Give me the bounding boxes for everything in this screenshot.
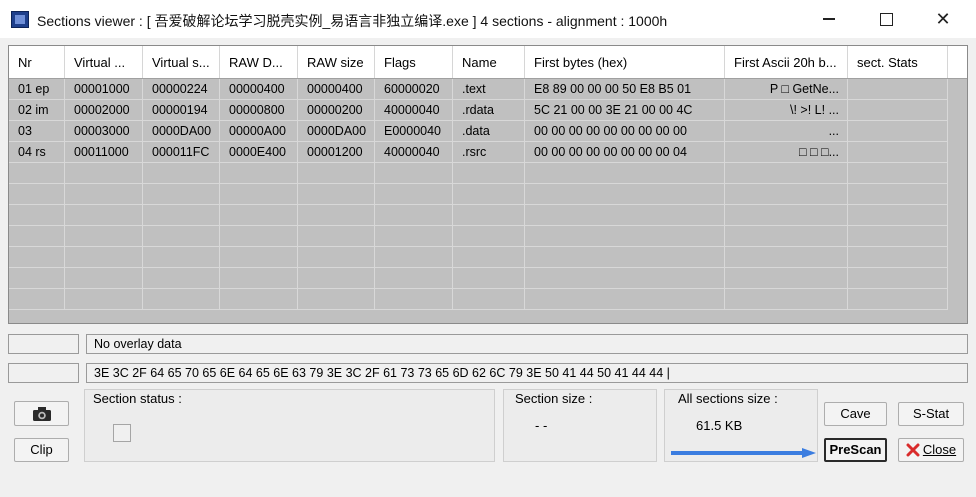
all-sections-size-value: 61.5 KB bbox=[696, 418, 743, 433]
cell-first-ascii: \! >! L! ... bbox=[725, 100, 848, 121]
column-header-name[interactable]: Name bbox=[453, 46, 525, 78]
column-header-nr[interactable]: Nr bbox=[9, 46, 65, 78]
table-row[interactable]: 03 00003000 0000DA00 00000A00 0000DA00 E… bbox=[9, 121, 967, 142]
close-x-icon bbox=[906, 443, 920, 457]
section-size-label: Section size : bbox=[515, 391, 593, 406]
window-title: Sections viewer : [ 吾爱破解论坛学习脱壳实例_易语言非独立编… bbox=[37, 13, 668, 29]
cell-flags: E0000040 bbox=[375, 121, 453, 142]
cell-raw-size: 0000DA00 bbox=[298, 121, 375, 142]
column-header-virtual-size[interactable]: Virtual s... bbox=[143, 46, 220, 78]
cell-flags: 60000020 bbox=[375, 79, 453, 100]
column-header-raw-data[interactable]: RAW D... bbox=[220, 46, 298, 78]
cell-virtual-size: 00000224 bbox=[143, 79, 220, 100]
table-header: Nr Virtual ... Virtual s... RAW D... RAW… bbox=[9, 46, 967, 79]
cell-virtual-offset: 00003000 bbox=[65, 121, 143, 142]
section-status-label: Section status : bbox=[93, 391, 182, 406]
column-header-virtual-offset[interactable]: Virtual ... bbox=[65, 46, 143, 78]
sections-table[interactable]: Nr Virtual ... Virtual s... RAW D... RAW… bbox=[8, 45, 968, 324]
cell-virtual-offset: 00011000 bbox=[65, 142, 143, 163]
overlay-indicator-box bbox=[8, 334, 79, 354]
section-status-checkbox[interactable] bbox=[113, 424, 131, 442]
column-header-first-bytes-hex[interactable]: First bytes (hex) bbox=[525, 46, 725, 78]
column-header-sect-stats[interactable]: sect. Stats bbox=[848, 46, 948, 78]
screenshot-button[interactable] bbox=[14, 401, 69, 426]
overlay-info: No overlay data bbox=[86, 334, 968, 354]
bytes-indicator-box bbox=[8, 363, 79, 383]
cell-sect-stats bbox=[848, 79, 948, 100]
cell-nr: 03 bbox=[9, 121, 65, 142]
title-bar: Sections viewer : [ 吾爱破解论坛学习脱壳实例_易语言非独立编… bbox=[0, 0, 976, 38]
cell-virtual-size: 0000DA00 bbox=[143, 121, 220, 142]
close-window-button[interactable]: ✕ bbox=[921, 4, 965, 34]
last-bytes-hex[interactable]: 3E 3C 2F 64 65 70 65 6E 64 65 6E 63 79 3… bbox=[86, 363, 968, 383]
cell-virtual-offset: 00002000 bbox=[65, 100, 143, 121]
cell-first-ascii: □ □ □... bbox=[725, 142, 848, 163]
column-header-raw-size[interactable]: RAW size bbox=[298, 46, 375, 78]
cell-raw-data: 00000A00 bbox=[220, 121, 298, 142]
cell-raw-size: 00000200 bbox=[298, 100, 375, 121]
empty-row bbox=[9, 163, 967, 184]
camera-icon bbox=[32, 407, 51, 421]
right-arrow-icon bbox=[671, 448, 816, 458]
cell-first-ascii: P □ GetNe... bbox=[725, 79, 848, 100]
section-size-value: - - bbox=[535, 418, 548, 433]
close-button[interactable]: Close bbox=[898, 438, 964, 462]
cell-virtual-size: 00000194 bbox=[143, 100, 220, 121]
table-row[interactable]: 04 rs 00011000 000011FC 0000E400 0000120… bbox=[9, 142, 967, 163]
s-stat-button[interactable]: S-Stat bbox=[898, 402, 964, 426]
cell-name: .rdata bbox=[453, 100, 525, 121]
cell-sect-stats bbox=[848, 100, 948, 121]
cave-button[interactable]: Cave bbox=[824, 402, 887, 426]
cell-first-ascii: ... bbox=[725, 121, 848, 142]
close-icon: ✕ bbox=[935, 8, 951, 29]
cell-flags: 40000040 bbox=[375, 100, 453, 121]
all-sections-label: All sections size : bbox=[678, 391, 778, 406]
clip-button[interactable]: Clip bbox=[14, 438, 69, 462]
empty-row bbox=[9, 268, 967, 289]
empty-row bbox=[9, 226, 967, 247]
empty-row bbox=[9, 205, 967, 226]
cell-raw-data: 0000E400 bbox=[220, 142, 298, 163]
minimize-icon bbox=[823, 18, 835, 20]
cell-first-bytes: 00 00 00 00 00 00 00 00 04 bbox=[525, 142, 725, 163]
cell-virtual-offset: 00001000 bbox=[65, 79, 143, 100]
table-row[interactable]: 01 ep 00001000 00000224 00000400 0000040… bbox=[9, 79, 967, 100]
cell-raw-size: 00000400 bbox=[298, 79, 375, 100]
column-header-first-ascii[interactable]: First Ascii 20h b... bbox=[725, 46, 848, 78]
cell-nr: 04 rs bbox=[9, 142, 65, 163]
minimize-button[interactable] bbox=[807, 4, 851, 34]
table-row[interactable]: 02 im 00002000 00000194 00000800 0000020… bbox=[9, 100, 967, 121]
cell-first-bytes: 00 00 00 00 00 00 00 00 00 bbox=[525, 121, 725, 142]
cell-raw-data: 00000400 bbox=[220, 79, 298, 100]
cell-sect-stats bbox=[848, 142, 948, 163]
close-button-label: Close bbox=[922, 442, 957, 457]
section-size-group: Section size : - - bbox=[503, 389, 657, 462]
section-status-group: Section status : bbox=[84, 389, 495, 462]
cell-nr: 02 im bbox=[9, 100, 65, 121]
cell-first-bytes: 5C 21 00 00 3E 21 00 00 4C bbox=[525, 100, 725, 121]
cell-raw-size: 00001200 bbox=[298, 142, 375, 163]
maximize-icon bbox=[879, 12, 893, 26]
empty-row bbox=[9, 184, 967, 205]
cell-first-bytes: E8 89 00 00 00 50 E8 B5 01 bbox=[525, 79, 725, 100]
cell-raw-data: 00000800 bbox=[220, 100, 298, 121]
cell-nr: 01 ep bbox=[9, 79, 65, 100]
cell-name: .rsrc bbox=[453, 142, 525, 163]
app-icon bbox=[11, 11, 29, 28]
cell-sect-stats bbox=[848, 121, 948, 142]
column-header-flags[interactable]: Flags bbox=[375, 46, 453, 78]
empty-row bbox=[9, 247, 967, 268]
empty-row bbox=[9, 289, 967, 310]
cell-name: .data bbox=[453, 121, 525, 142]
maximize-button[interactable] bbox=[864, 4, 908, 34]
cell-virtual-size: 000011FC bbox=[143, 142, 220, 163]
prescan-button[interactable]: PreScan bbox=[824, 438, 887, 462]
cell-flags: 40000040 bbox=[375, 142, 453, 163]
cell-name: .text bbox=[453, 79, 525, 100]
